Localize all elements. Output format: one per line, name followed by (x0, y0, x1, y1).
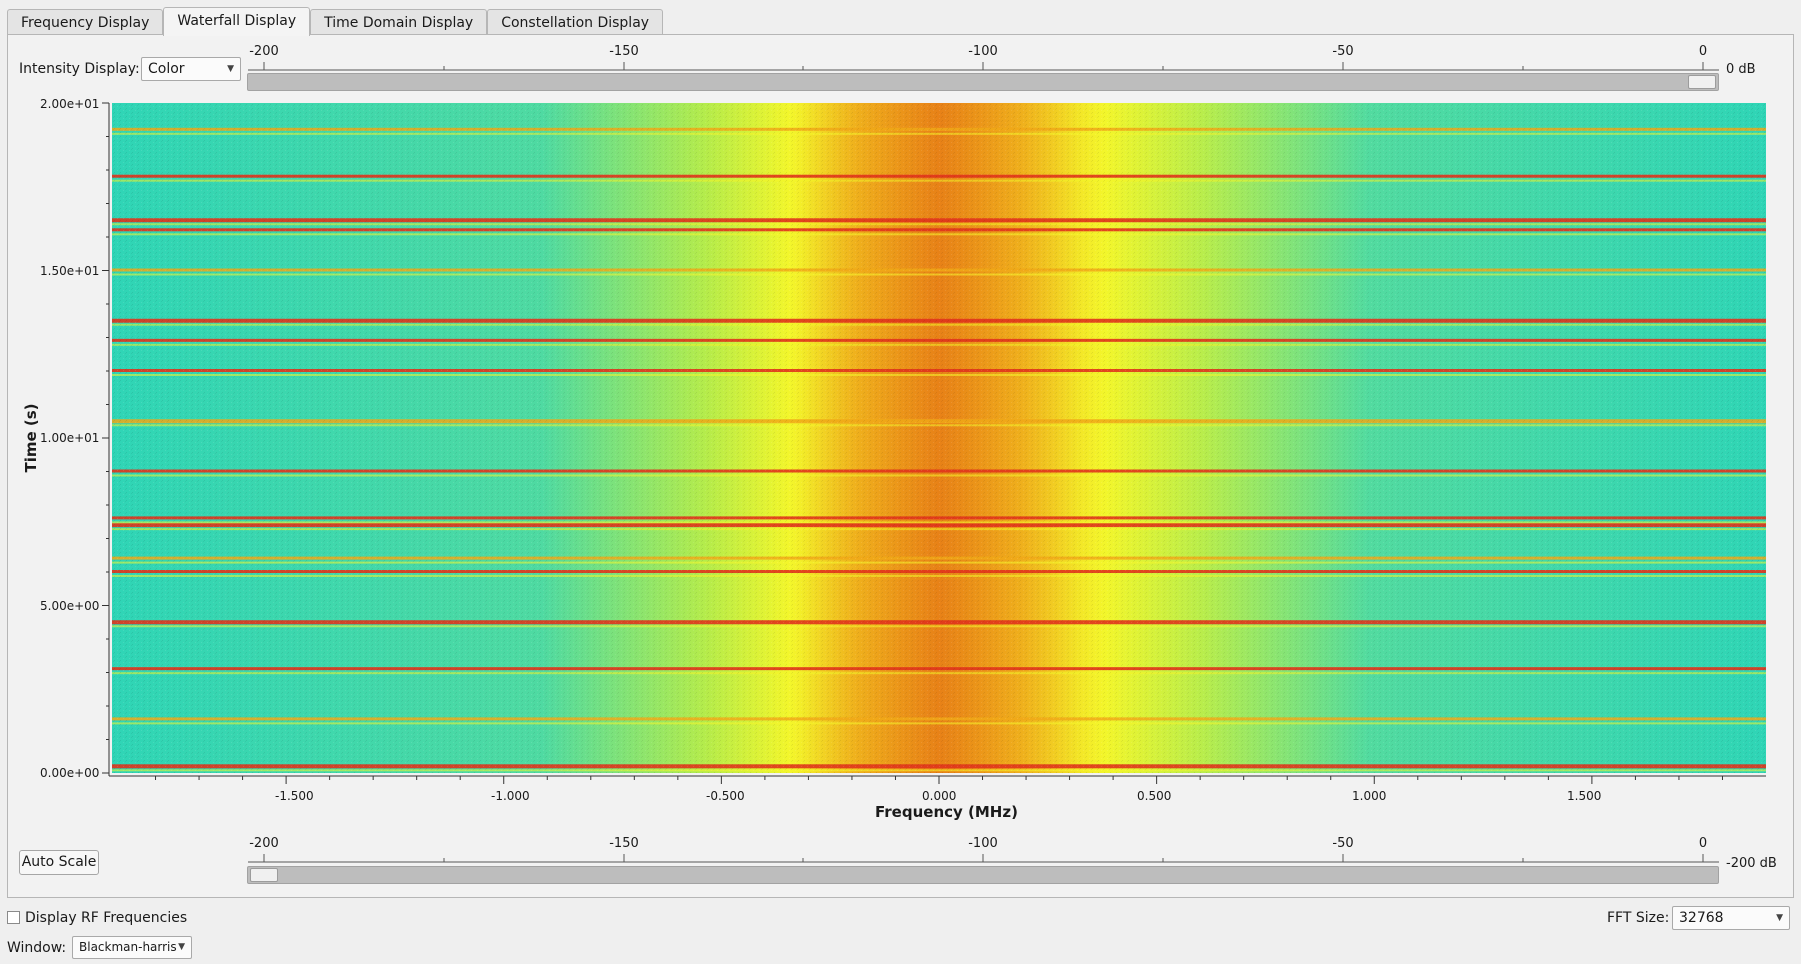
bottom-scale-tick: -50 (1332, 836, 1354, 851)
noise-texture (112, 103, 1766, 773)
fft-size-label: FFT Size: (1607, 910, 1670, 926)
x-tick-label: -1.500 (275, 789, 314, 803)
fft-size-value: 32768 (1679, 910, 1724, 926)
tab-waterfall-display[interactable]: Waterfall Display (163, 7, 311, 36)
display-rf-label: Display RF Frequencies (25, 910, 188, 926)
window-value: Blackman-harris (79, 940, 177, 954)
bottom-scale-tick: 0 (1698, 836, 1708, 851)
y-tick-label: 2.00e+01 (40, 97, 100, 111)
y-axis-title: Time (s) (22, 403, 40, 473)
slider-handle[interactable] (250, 868, 278, 882)
y-tick-label: 0.00e+00 (40, 766, 100, 780)
x-tick-label: 0.000 (922, 789, 957, 803)
waterfall-plot[interactable] (0, 0, 1801, 830)
display-rf-checkbox[interactable] (7, 911, 20, 924)
bottom-scale-tick: -200 (249, 836, 279, 851)
bottom-scale-ticks (248, 854, 1719, 863)
bottom-scale-tick: -100 (968, 836, 998, 851)
y-tick-label: 1.50e+01 (40, 264, 100, 278)
window-label: Window: (7, 940, 67, 956)
y-tick-label: 5.00e+00 (40, 599, 100, 613)
x-axis-title: Frequency (MHz) (875, 803, 1018, 821)
x-tick-label: -1.000 (491, 789, 530, 803)
x-tick-label: 1.500 (1567, 789, 1602, 803)
chevron-down-icon: ▼ (178, 942, 185, 952)
fft-size-select[interactable]: 32768 ▼ (1672, 906, 1790, 930)
x-tick-label: 1.000 (1352, 789, 1387, 803)
chevron-down-icon: ▼ (1776, 913, 1783, 923)
bottom-scale-tick: -150 (609, 836, 639, 851)
min-intensity-slider[interactable] (247, 866, 1719, 884)
x-tick-label: 0.500 (1137, 789, 1172, 803)
x-tick-label: -0.500 (706, 789, 745, 803)
min-intensity-value: -200 dB (1726, 856, 1777, 871)
window-select[interactable]: Blackman-harris ▼ (72, 936, 192, 959)
y-tick-label: 1.00e+01 (40, 431, 100, 445)
